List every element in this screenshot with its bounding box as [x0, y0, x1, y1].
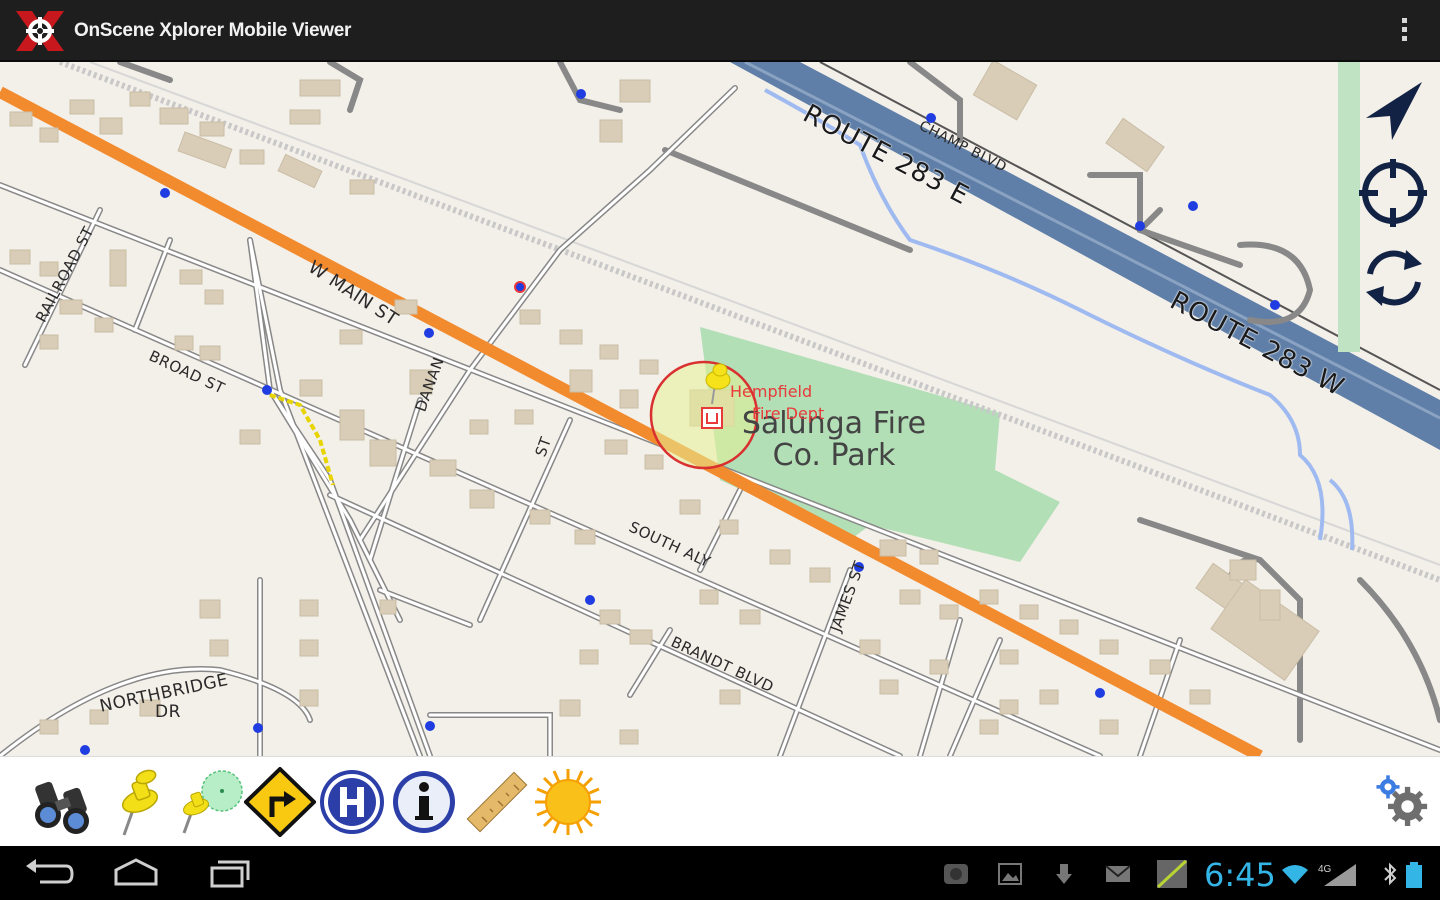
- hydrant-marker: [514, 281, 526, 293]
- refresh-icon[interactable]: [1360, 244, 1428, 312]
- status-clock: 6:45: [1204, 856, 1276, 894]
- info-icon[interactable]: [388, 767, 460, 837]
- navigation-arrow-icon[interactable]: [1362, 78, 1428, 144]
- svg-text:4G: 4G: [1318, 864, 1332, 875]
- battery-icon: [1404, 862, 1424, 888]
- hospital-icon[interactable]: [316, 767, 388, 837]
- home-icon[interactable]: [106, 856, 166, 890]
- tool-bar: [0, 756, 1440, 846]
- binoculars-icon[interactable]: [28, 767, 100, 837]
- app-notification-icon: [942, 862, 970, 886]
- back-icon[interactable]: [20, 856, 80, 890]
- settings-gears-icon[interactable]: [1372, 767, 1436, 837]
- map-view[interactable]: W MAIN ST RAILROAD ST BROAD ST DANAN ST …: [0, 62, 1440, 756]
- onscene-x-logo[interactable]: [14, 9, 66, 53]
- map-canvas[interactable]: [0, 62, 1440, 756]
- northbridge-dr-label: DR: [155, 702, 181, 722]
- sun-icon[interactable]: [532, 767, 604, 837]
- pushpin-icon[interactable]: [104, 767, 176, 837]
- image-icon: [996, 862, 1024, 886]
- overflow-menu-icon[interactable]: [1392, 14, 1416, 48]
- ruler-icon[interactable]: [460, 767, 532, 837]
- poi-label-line1: Hempfield: [730, 382, 813, 401]
- download-icon: [1052, 862, 1080, 886]
- gps-locate-icon[interactable]: [1356, 156, 1430, 230]
- poi-label-line2: Fire Dept: [752, 404, 825, 423]
- cell-signal-icon: 4G: [1316, 862, 1362, 886]
- bluetooth-icon: [1382, 862, 1398, 886]
- gmail-icon: [1104, 862, 1132, 886]
- fire-station-icon[interactable]: [701, 407, 723, 429]
- signal-chart-icon: [1156, 859, 1188, 889]
- pin-radius-icon[interactable]: [174, 767, 246, 837]
- title-bar: OnScene Xplorer Mobile Viewer: [0, 0, 1440, 62]
- turn-right-sign-icon[interactable]: [243, 766, 317, 838]
- app-title: OnScene Xplorer Mobile Viewer: [74, 20, 352, 41]
- system-bar: 6:45 4G: [0, 846, 1440, 900]
- recent-apps-icon[interactable]: [196, 856, 256, 890]
- wifi-icon: [1280, 862, 1310, 886]
